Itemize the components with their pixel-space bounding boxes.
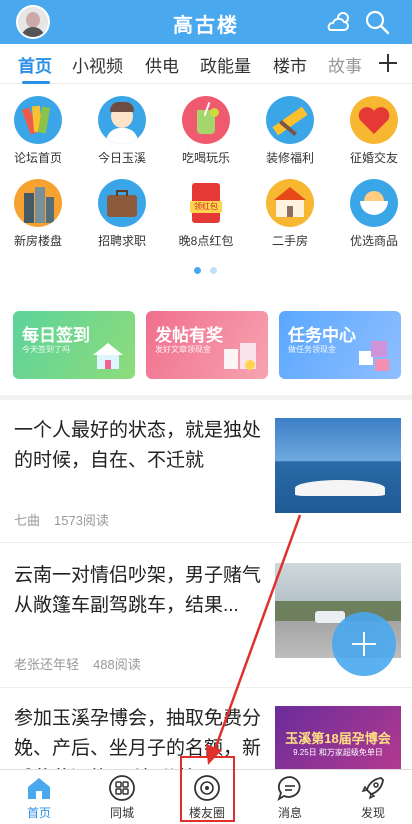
- channel-tabs: 首页 小视频 供电 政能量 楼市 故事: [0, 44, 412, 84]
- house-illustration-icon: [93, 343, 123, 369]
- grid-item-products[interactable]: 优选商品: [339, 179, 409, 249]
- thumbnail-subcaption: 9.25日 和万家超级免单日: [293, 748, 383, 757]
- dot-active: [194, 267, 201, 274]
- grid-label: 新房楼盘: [13, 234, 62, 248]
- add-channel-icon[interactable]: [378, 53, 398, 73]
- color-swatch-icon: [14, 96, 62, 144]
- grid-label: 二手房: [271, 234, 308, 248]
- banner-post-reward[interactable]: 发帖有奖 发好文章领现金: [146, 311, 268, 379]
- nav-label: 消息: [277, 806, 302, 820]
- building-icon: [14, 179, 62, 227]
- article-reads: 488阅读: [93, 657, 141, 672]
- banner-subtitle: 今天签到了吗: [22, 345, 70, 354]
- grid-item-dating[interactable]: 征婚交友: [339, 96, 409, 166]
- article-author: 老张还年轻: [14, 657, 80, 672]
- article-card[interactable]: 一个人最好的状态，就是独处的时候，自在、不迁就 七曲 1573阅读: [0, 400, 412, 543]
- grid-label: 装修福利: [265, 151, 314, 165]
- search-icon[interactable]: [364, 9, 390, 35]
- grid-label: 晚8点红包: [178, 234, 234, 248]
- heart-icon: [350, 96, 398, 144]
- tab-home[interactable]: 首页: [18, 52, 52, 77]
- banner-daily-checkin[interactable]: 每日签到 今天签到了吗: [13, 311, 135, 379]
- home-icon: [28, 778, 50, 799]
- banner-subtitle: 发好文章领现金: [155, 345, 211, 354]
- tab-government[interactable]: 政能量: [200, 52, 251, 77]
- banner-subtitle: 做任务领现金: [288, 345, 336, 354]
- article-reads: 1573阅读: [54, 513, 109, 528]
- briefcase-icon: [98, 179, 146, 227]
- stacked-coins-icon: [224, 343, 256, 370]
- article-meta: 老张还年轻 488阅读: [14, 654, 155, 673]
- grid-item-food-fun[interactable]: 吃喝玩乐: [171, 96, 241, 166]
- floating-add-button[interactable]: [332, 612, 396, 676]
- nav-label: 首页: [26, 806, 51, 820]
- tab-stories[interactable]: 故事: [328, 52, 362, 77]
- envelope-badge: 领红包: [190, 201, 222, 213]
- drink-icon: [182, 96, 230, 144]
- grid-item-red-envelope[interactable]: 领红包 晚8点红包: [171, 179, 241, 249]
- nav-home[interactable]: 首页: [9, 774, 69, 821]
- article-author: 七曲: [14, 513, 41, 528]
- message-icon: [277, 776, 301, 802]
- annotation-highlight-box: [180, 756, 235, 822]
- tab-short-video[interactable]: 小视频: [72, 52, 123, 77]
- banner-title: 发帖有奖: [155, 326, 223, 345]
- grid-label: 今日玉溪: [97, 151, 146, 165]
- article-thumbnail: 玉溪第18届孕博会 9.25日 和万家超级免单日: [275, 706, 401, 769]
- nav-label: 同城: [109, 806, 134, 820]
- person-icon: [98, 96, 146, 144]
- nav-discover[interactable]: 发现: [343, 774, 403, 821]
- nav-label: 发现: [360, 806, 385, 820]
- grid-item-today-yuxi[interactable]: 今日玉溪: [87, 96, 157, 166]
- banner-title: 任务中心: [288, 326, 356, 345]
- active-tab-indicator: [22, 81, 50, 84]
- article-meta: 七曲 1573阅读: [14, 510, 123, 529]
- grid-label: 优选商品: [349, 234, 398, 248]
- bowl-icon: [350, 179, 398, 227]
- grid-item-new-homes[interactable]: 新房楼盘: [3, 179, 73, 249]
- rocket-icon: [361, 777, 384, 800]
- grid-item-second-hand[interactable]: 二手房: [255, 179, 325, 249]
- article-title: 一个人最好的状态，就是独处的时候，自在、不迁就: [14, 420, 262, 471]
- grid-label: 招聘求职: [97, 234, 146, 248]
- thumbnail-caption: 玉溪第18届孕博会: [285, 731, 391, 746]
- cubes-illustration-icon: [359, 341, 389, 371]
- red-envelope-icon: 领红包: [182, 179, 230, 227]
- dot-inactive: [210, 267, 217, 274]
- grid-label: 吃喝玩乐: [181, 151, 230, 165]
- banner-title: 每日签到: [22, 326, 90, 345]
- grid-item-jobs[interactable]: 招聘求职: [87, 179, 157, 249]
- nav-messages[interactable]: 消息: [260, 774, 320, 821]
- grid-label: 征婚交友: [349, 151, 398, 165]
- grid-label: 论坛首页: [13, 151, 62, 165]
- nav-local[interactable]: 同城: [92, 774, 152, 821]
- weather-cloud-icon[interactable]: [326, 10, 352, 34]
- ruler-icon: [266, 96, 314, 144]
- tab-property[interactable]: 楼市: [273, 52, 307, 77]
- banner-task-center[interactable]: 任务中心 做任务领现金: [279, 311, 401, 379]
- grid-item-forum-home[interactable]: 论坛首页: [3, 96, 73, 166]
- grid-item-decoration[interactable]: 装修福利: [255, 96, 325, 166]
- house-icon: [266, 179, 314, 227]
- tab-power-supply[interactable]: 供电: [145, 52, 179, 77]
- article-title: 云南一对情侣吵架，男子赌气从敞篷车副驾跳车，结果...: [14, 565, 262, 616]
- grid-apps-icon: [109, 775, 135, 801]
- carousel-dots: [194, 267, 224, 275]
- article-thumbnail: [275, 418, 401, 513]
- top-header: 高古楼: [0, 0, 412, 44]
